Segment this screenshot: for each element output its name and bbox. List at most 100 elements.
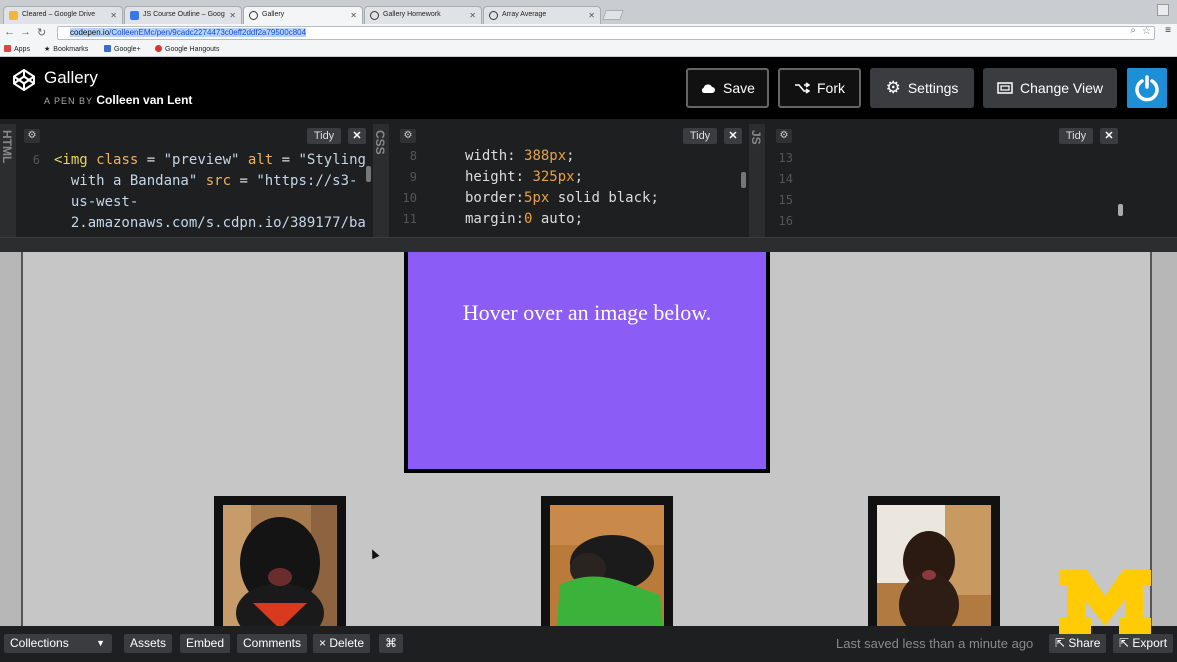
- mouse-cursor-icon: [368, 547, 380, 560]
- codepen-icon: [489, 11, 498, 20]
- collections-dropdown[interactable]: Collections ▼: [4, 634, 112, 653]
- js-editor-pane[interactable]: ⚙ Tidy ✕ 13 14 15 16: [765, 124, 1177, 237]
- collections-label: Collections: [10, 636, 69, 650]
- cloud-icon: [701, 84, 716, 93]
- user-avatar-button[interactable]: [1127, 68, 1167, 108]
- browser-menu-icon[interactable]: ≡: [1165, 25, 1171, 36]
- change-view-label: Change View: [1019, 80, 1104, 96]
- html-pane-label[interactable]: HTML: [0, 124, 16, 237]
- html-settings-gear-icon[interactable]: ⚙: [24, 129, 40, 143]
- js-settings-gear-icon[interactable]: ⚙: [776, 129, 792, 143]
- pen-header: Gallery A PEN BY Colleen van Lent Save F…: [0, 57, 1177, 119]
- browser-tab-strip: Cleared – Google Drive ✕ JS Course Outli…: [0, 0, 1177, 24]
- address-bar-row: ← → ↻ codepen.io/ColleenEMc/pen/9cadc227…: [0, 24, 1177, 42]
- css-editor-pane[interactable]: ⚙ Tidy ✕ 8 9 10 11 width: 388px; height: …: [389, 124, 749, 237]
- gear-icon: ⚙: [885, 78, 901, 97]
- preview-left-border: [21, 252, 23, 626]
- html-editor-pane[interactable]: ⚙ Tidy ✕ 6 <img class = "preview" alt = …: [16, 124, 373, 237]
- pen-author-link[interactable]: Colleen van Lent: [96, 93, 192, 107]
- css-collapse-button[interactable]: ✕: [724, 128, 742, 144]
- js-collapse-button[interactable]: ✕: [1100, 128, 1118, 144]
- browser-tab-gallery[interactable]: Gallery ✕: [243, 6, 363, 24]
- embed-button[interactable]: Embed: [180, 634, 231, 653]
- js-pane-label[interactable]: JS: [749, 124, 765, 237]
- close-tab-icon[interactable]: ✕: [110, 11, 117, 20]
- js-scrollbar[interactable]: [1118, 204, 1123, 216]
- new-tab-button[interactable]: [602, 10, 624, 20]
- layout-icon: [997, 82, 1013, 94]
- js-line-numbers: 13 14 15 16: [778, 151, 793, 228]
- window-control-button[interactable]: [1157, 4, 1169, 16]
- css-settings-gear-icon[interactable]: ⚙: [400, 129, 416, 143]
- screen: Cleared – Google Drive ✕ JS Course Outli…: [0, 0, 1177, 662]
- assets-button[interactable]: Assets: [124, 634, 173, 653]
- tab-title: Cleared – Google Drive: [22, 11, 96, 18]
- tab-title: JS Course Outline – Goog: [143, 11, 225, 18]
- bookmark-apps[interactable]: Apps: [4, 45, 30, 53]
- html-code-line-1: <img class = "preview" alt = "Styling: [54, 152, 366, 168]
- html-code-line-3: us-west-: [54, 194, 139, 210]
- css-tidy-button[interactable]: Tidy: [683, 128, 717, 144]
- dog-photo-bandana: [223, 505, 337, 626]
- close-tab-icon[interactable]: ✕: [229, 11, 236, 20]
- css-scrollbar[interactable]: [741, 172, 746, 188]
- fork-button[interactable]: Fork: [778, 68, 861, 108]
- pen-byline: A PEN BY Colleen van Lent: [44, 93, 192, 107]
- code-editors: HTML ⚙ Tidy ✕ 6 <img class = "preview" a…: [0, 124, 1177, 237]
- reload-icon[interactable]: ↻: [37, 26, 46, 39]
- html-scrollbar[interactable]: [366, 166, 371, 182]
- bookmark-google-plus[interactable]: Google+: [104, 45, 141, 53]
- browser-tab-google-drive[interactable]: Cleared – Google Drive ✕: [3, 6, 123, 24]
- gallery-thumbnail-3[interactable]: [868, 496, 1000, 626]
- delete-button[interactable]: × Delete: [313, 634, 371, 653]
- css-code-line-3: border:5px solid black;: [465, 190, 659, 206]
- back-arrow-icon[interactable]: ←: [4, 26, 15, 38]
- google-docs-icon: [130, 11, 139, 20]
- bookmarks-bar: Apps ★ Bookmarks Google+ Google Hangouts: [0, 42, 1177, 57]
- last-saved-status: Last saved less than a minute ago: [836, 636, 1034, 651]
- forward-arrow-icon[interactable]: →: [20, 26, 31, 38]
- change-view-button[interactable]: Change View: [983, 68, 1117, 108]
- close-tab-icon[interactable]: ✕: [350, 11, 357, 20]
- url-input[interactable]: codepen.io/ColleenEMc/pen/9cadc2274473c0…: [57, 26, 1155, 40]
- html-code[interactable]: <img class = "preview" alt = "Styling wi…: [54, 150, 366, 234]
- browser-tab-course-outline[interactable]: JS Course Outline – Goog ✕: [124, 6, 242, 24]
- gallery-thumbnail-2[interactable]: [541, 496, 673, 626]
- google-plus-icon: [104, 45, 111, 52]
- html-tidy-button[interactable]: Tidy: [307, 128, 341, 144]
- settings-button[interactable]: ⚙ Settings: [870, 68, 974, 108]
- js-tidy-button[interactable]: Tidy: [1059, 128, 1093, 144]
- pen-title[interactable]: Gallery: [44, 68, 98, 88]
- fork-label: Fork: [817, 80, 845, 96]
- css-code-line-2: height: 325px;: [465, 169, 584, 185]
- close-tab-icon[interactable]: ✕: [588, 11, 595, 20]
- comments-button[interactable]: Comments: [237, 634, 308, 653]
- gallery-thumbnail-1[interactable]: [214, 496, 346, 626]
- chevron-down-icon: ▼: [96, 638, 105, 648]
- close-tab-icon[interactable]: ✕: [469, 11, 476, 20]
- css-line-numbers: 8 9 10 11: [402, 149, 417, 226]
- export-button[interactable]: ⇱ Export: [1113, 634, 1174, 653]
- editor-resize-handle[interactable]: [0, 237, 1177, 252]
- css-code-line-1: width: 388px;: [465, 148, 575, 164]
- bookmark-google-hangouts[interactable]: Google Hangouts: [155, 45, 219, 53]
- share-button[interactable]: ⇱ Share: [1049, 634, 1107, 653]
- export-icon: ⇱: [1119, 636, 1130, 650]
- zoom-icon[interactable]: ⌕: [1130, 25, 1136, 36]
- html-collapse-button[interactable]: ✕: [348, 128, 366, 144]
- url-host: codepen.io: [70, 28, 110, 37]
- codepen-logo-icon[interactable]: [12, 68, 36, 92]
- html-line-numbers: 6: [32, 153, 40, 167]
- result-preview[interactable]: Hover over an image below.: [0, 252, 1177, 626]
- tab-title: Gallery Homework: [383, 11, 441, 18]
- css-code[interactable]: width: 388px; height: 325px; border:5px so…: [465, 146, 659, 230]
- browser-tab-array-average[interactable]: Array Average ✕: [483, 6, 601, 24]
- pen-footer: Collections ▼ Assets Embed Comments × De…: [0, 626, 1177, 662]
- bookmark-bookmarks[interactable]: ★ Bookmarks: [44, 45, 88, 53]
- css-pane-label[interactable]: CSS: [373, 124, 389, 237]
- save-button[interactable]: Save: [686, 68, 769, 108]
- keyboard-shortcuts-button[interactable]: ⌘: [379, 634, 403, 653]
- bookmark-star-icon[interactable]: ☆: [1142, 26, 1151, 37]
- browser-tab-gallery-homework[interactable]: Gallery Homework ✕: [364, 6, 482, 24]
- codepen-icon: [370, 11, 379, 20]
